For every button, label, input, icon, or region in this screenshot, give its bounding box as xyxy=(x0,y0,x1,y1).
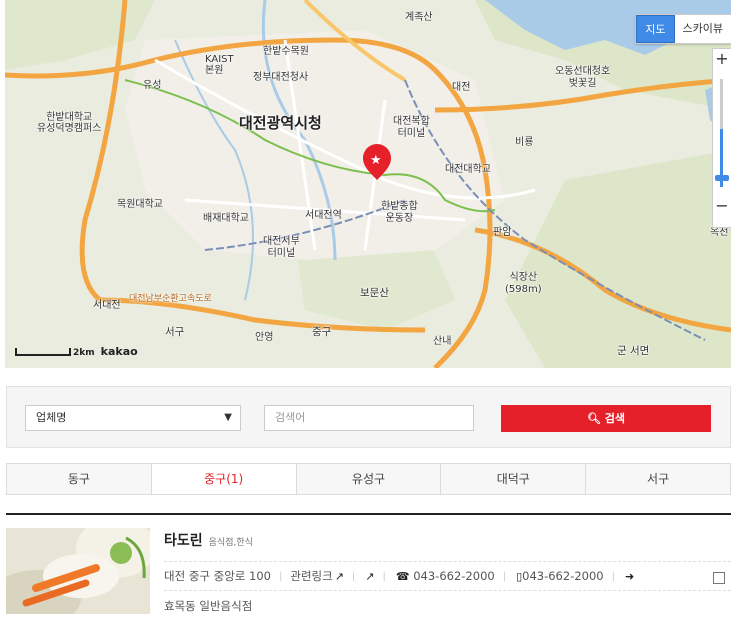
fax-number: 043-662-2000 xyxy=(522,569,604,583)
category-select[interactable]: 업체명 ▼ xyxy=(25,405,241,431)
map-type-map-button[interactable]: 지도 xyxy=(636,15,675,43)
map-label-hanbat-arboretum: 한밭수목원 xyxy=(263,46,309,57)
map-label-govt-complex: 정부대전청사 xyxy=(253,72,309,83)
divider: | xyxy=(502,570,507,582)
map-scale: 2km kakao xyxy=(15,345,138,358)
select-checkbox[interactable] xyxy=(713,572,725,584)
result-info-row: 대전 중구 중앙로 100 | 관련링크 ↗ | ↗ | ☎ 043-662-20… xyxy=(164,561,731,591)
map-base-layer: ★ xyxy=(5,0,731,368)
external-link-icon[interactable]: ↗ xyxy=(365,570,374,583)
map-view[interactable]: ★ 계족산 한밭수목원 KAIST 본원 정부대전청사 유성 한밭대학교 유성덕… xyxy=(5,0,731,368)
map-label-gunseomyeon: 군 서면 xyxy=(617,345,650,357)
phone-number: 043-662-2000 xyxy=(413,569,495,583)
map-type-skyview-button[interactable]: 스카이뷰 xyxy=(675,15,731,43)
map-label-daejeon-univ: 대전대학교 xyxy=(445,164,491,175)
district-tabs: 동구 중구(1) 유성구 대덕구 서구 xyxy=(6,463,731,495)
tab-junggu[interactable]: 중구(1) xyxy=(151,464,297,494)
search-bar: 업체명 ▼ 검색어 🔍︎ 검색 xyxy=(6,386,731,448)
tab-yuseonggu[interactable]: 유성구 xyxy=(297,464,442,494)
result-address: 대전 중구 중앙로 100 xyxy=(164,569,271,583)
result-thumbnail[interactable] xyxy=(6,528,150,614)
fax-entry: ▯043-662-2000 xyxy=(514,569,604,583)
chevron-down-icon: ▼ xyxy=(224,412,232,423)
map-label-sikjangsan: 식장산 (598m) xyxy=(505,272,542,295)
map-label-okdong: 오동선대청호 벚꽃길 xyxy=(555,66,611,89)
zoom-slider-handle[interactable] xyxy=(715,175,729,181)
svg-text:★: ★ xyxy=(370,153,382,168)
map-label-daejeon-ic: 대전 xyxy=(452,82,471,93)
result-category: 음식점,한식 xyxy=(208,538,253,548)
result-name: 타도린 xyxy=(164,533,203,549)
divider: | xyxy=(351,570,356,582)
category-select-value: 업체명 xyxy=(36,411,67,424)
tab-donggu[interactable]: 동구 xyxy=(7,464,152,494)
scale-label: 2km xyxy=(73,348,95,358)
external-link-icon: ↗ xyxy=(334,570,344,583)
tab-daedeokgu[interactable]: 대덕구 xyxy=(441,464,587,494)
phone-entry[interactable]: ☎ 043-662-2000 xyxy=(394,569,495,583)
map-label-baejae: 배재대학교 xyxy=(203,213,249,224)
map-label-gyejoksan: 계족산 xyxy=(405,12,433,23)
map-label-kaist: KAIST 본원 xyxy=(205,54,234,76)
search-button-label: 검색 xyxy=(604,412,626,425)
arrow-right-circle-icon[interactable]: ➜ xyxy=(625,570,634,583)
divider: | xyxy=(611,570,615,582)
result-top-divider xyxy=(6,513,731,515)
map-label-bomunsan: 보문산 xyxy=(360,287,389,299)
search-button[interactable]: 🔍︎ 검색 xyxy=(501,405,711,432)
map-label-pangam: 판암 xyxy=(493,227,512,238)
map-type-toggle: 지도 스카이뷰 xyxy=(635,14,731,44)
map-label-seodaejeon: 서대전 xyxy=(93,300,121,311)
search-input[interactable]: 검색어 xyxy=(264,405,474,431)
zoom-out-button[interactable]: − xyxy=(713,196,731,215)
kakao-logo: kakao xyxy=(100,345,138,358)
map-label-highway-a: 대전남부순환고속도로 xyxy=(129,294,212,304)
map-label-city-hall: 대전광역시청 xyxy=(239,114,322,132)
map-label-mokwon: 목원대학교 xyxy=(117,199,163,210)
result-title[interactable]: 타도린 음식점,한식 xyxy=(164,530,253,550)
map-label-seodaejeon-station: 서대전역 xyxy=(305,210,342,221)
related-link-label: 관련링크 xyxy=(290,569,333,583)
map-label-seobu-terminal: 대전서부 터미널 xyxy=(263,236,300,259)
map-label-seogu: 서구 xyxy=(165,326,185,338)
map-label-daejeon-complex: 대전복합 터미널 xyxy=(393,116,430,139)
tab-seogu[interactable]: 서구 xyxy=(586,464,730,494)
map-label-sannae: 산내 xyxy=(433,336,452,347)
result-description: 효목동 일반음식점 xyxy=(164,599,253,613)
map-label-hanbat-stadium: 한밭종합 운동장 xyxy=(381,201,418,224)
map-label-yuseong: 유성 xyxy=(143,80,162,91)
divider: | xyxy=(278,570,283,582)
phone-icon: ☎ xyxy=(395,570,410,583)
map-label-junggu: 중구 xyxy=(312,326,332,338)
scale-bar xyxy=(15,348,71,356)
related-link[interactable]: 관련링크 ↗ xyxy=(290,568,344,584)
map-label-anyeong: 안영 xyxy=(255,332,274,343)
divider: | xyxy=(382,570,386,582)
zoom-control: + − xyxy=(712,48,731,228)
map-label-biryong: 비룡 xyxy=(515,137,534,148)
search-icon: 🔍︎ xyxy=(586,412,601,425)
map-label-hanbat-univ: 한밭대학교 유성덕명캠퍼스 xyxy=(37,112,102,134)
zoom-in-button[interactable]: + xyxy=(713,49,731,68)
